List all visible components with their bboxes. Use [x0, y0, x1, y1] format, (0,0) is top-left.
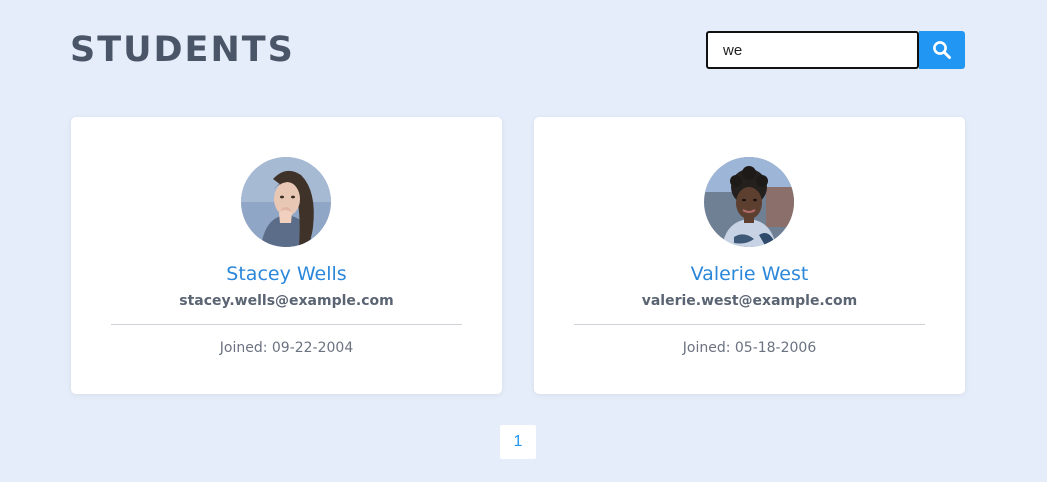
- avatar: [704, 157, 794, 247]
- student-photo: [241, 157, 331, 247]
- search-input[interactable]: [706, 31, 919, 69]
- student-photo: [704, 157, 794, 247]
- avatar: [241, 157, 331, 247]
- page-title: STUDENTS: [70, 30, 295, 70]
- student-email: valerie.west@example.com: [641, 293, 858, 309]
- page-button-1[interactable]: 1: [500, 425, 536, 459]
- joined-date: Joined: 09-22-2004: [219, 340, 354, 356]
- student-name-link[interactable]: Valerie West: [534, 262, 965, 286]
- student-card: Valerie West valerie.west@example.com Jo…: [534, 117, 965, 394]
- student-email: stacey.wells@example.com: [179, 293, 394, 309]
- student-card: Stacey Wells stacey.wells@example.com Jo…: [71, 117, 502, 394]
- search-icon: [933, 41, 951, 59]
- search-form: [706, 31, 965, 69]
- student-name-link[interactable]: Stacey Wells: [71, 262, 502, 286]
- joined-date: Joined: 05-18-2006: [682, 340, 817, 356]
- pagination: 1: [500, 425, 536, 459]
- search-button[interactable]: [919, 31, 965, 69]
- divider: [111, 324, 462, 325]
- divider: [574, 324, 925, 325]
